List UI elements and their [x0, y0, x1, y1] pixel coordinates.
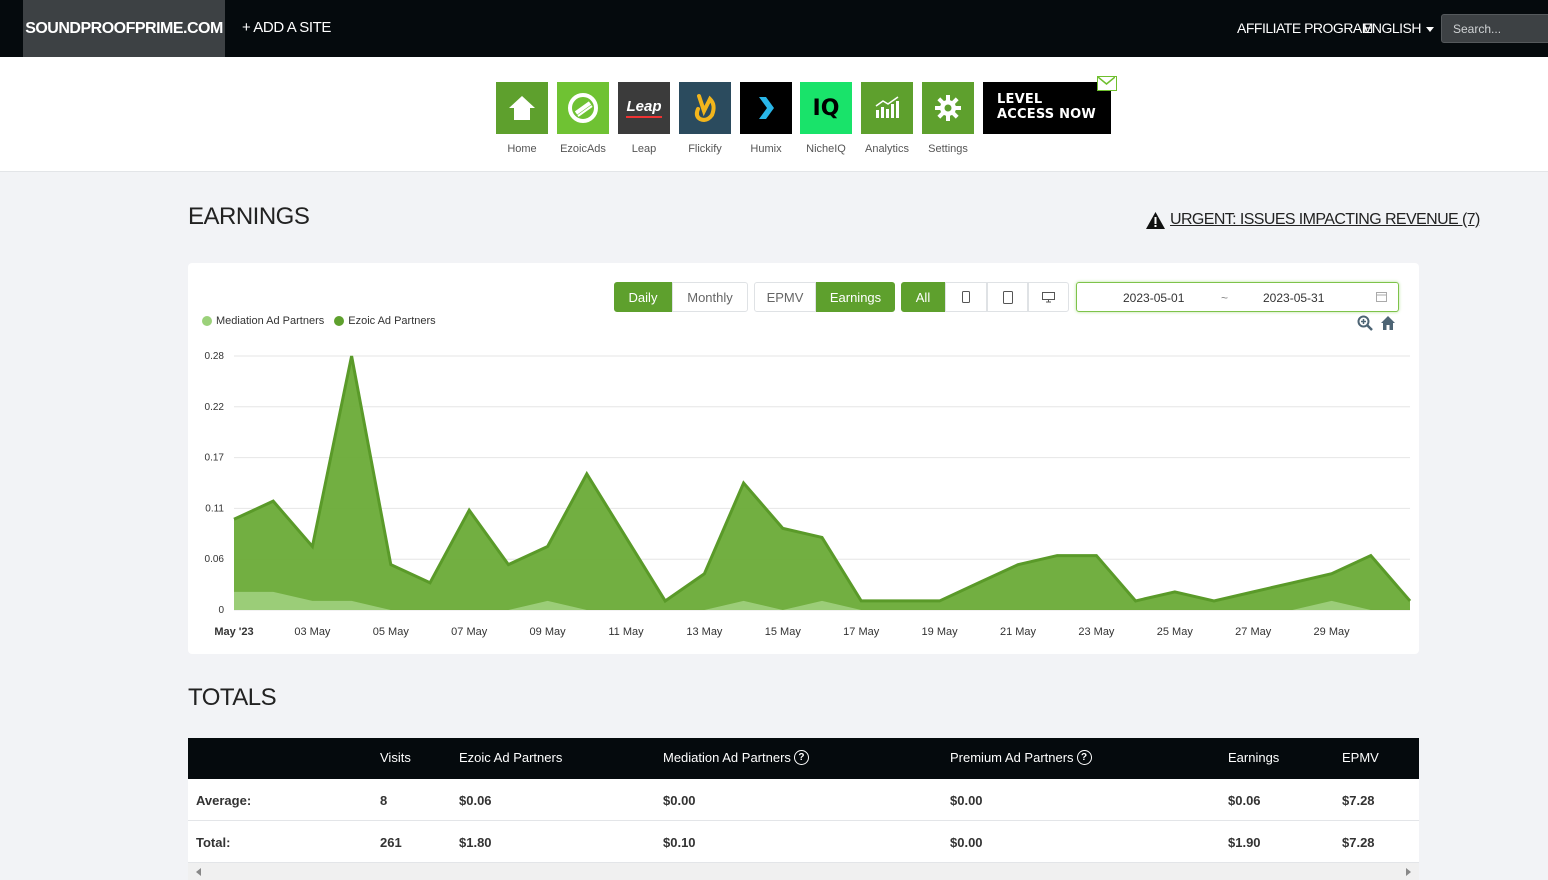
row-label: Total:	[196, 835, 231, 850]
series-area-ezoic	[234, 356, 1410, 610]
cell-mediation: $0.00	[663, 793, 696, 808]
nicheiq-logo-text: IQ	[812, 95, 840, 121]
level-access-text: LEVEL ACCESS NOW	[997, 92, 1096, 122]
envelope-icon	[1097, 76, 1117, 91]
table-header: Visits Ezoic Ad Partners Mediation Ad Pa…	[188, 738, 1419, 779]
search-input[interactable]	[1441, 14, 1548, 43]
affiliate-program-link[interactable]: AFFILIATE PROGRAM	[1237, 20, 1373, 36]
earnings-chart-card: Daily Monthly EPMV Earnings All 2023-05-…	[188, 263, 1419, 654]
y-tick-label: 0.28	[205, 351, 225, 362]
analytics-icon	[861, 82, 913, 134]
y-tick-label: 0.11	[205, 503, 224, 514]
x-tick-label: 07 May	[451, 626, 488, 638]
app-humix[interactable]: Humix	[740, 82, 792, 155]
urgent-issues-label: URGENT: ISSUES IMPACTING REVENUE (7)	[1170, 211, 1480, 228]
earnings-title: EARNINGS	[188, 203, 310, 230]
header-mediation: Mediation Ad Partners?	[663, 750, 809, 765]
y-tick-label: 0.06	[205, 554, 225, 565]
table-row: Average: 8 $0.06 $0.00 $0.00 $0.06 $7.28	[188, 779, 1419, 821]
table-row: Total: 261 $1.80 $0.10 $0.00 $1.90 $7.28	[188, 821, 1419, 863]
app-flickify[interactable]: Flickify	[679, 82, 731, 155]
x-tick-label: 29 May	[1314, 626, 1351, 638]
cell-premium: $0.00	[950, 835, 983, 850]
level-access-line2: ACCESS NOW	[997, 107, 1096, 122]
top-navbar: SOUNDPROOFPRIME.COM + ADD A SITE AFFILIA…	[0, 0, 1548, 57]
app-analytics[interactable]: Analytics	[861, 82, 913, 155]
level-access-banner[interactable]: LEVEL ACCESS NOW	[983, 76, 1117, 134]
x-tick-label: 15 May	[765, 626, 802, 638]
app-nicheiq[interactable]: IQ NicheIQ	[800, 82, 852, 155]
x-tick-label: 25 May	[1157, 626, 1194, 638]
nicheiq-icon: IQ	[800, 82, 852, 134]
header-earnings: Earnings	[1228, 750, 1280, 765]
scroll-right-icon[interactable]	[1406, 868, 1411, 876]
y-tick-label: 0.17	[205, 453, 225, 464]
header-premium: Premium Ad Partners?	[950, 750, 1092, 765]
cell-epmv: $7.28	[1342, 793, 1375, 808]
leap-icon: Leap	[618, 82, 670, 134]
header-premium-label: Premium Ad Partners	[950, 750, 1074, 765]
warning-icon	[1146, 211, 1165, 229]
cell-ezoic: $1.80	[459, 835, 492, 850]
header-mediation-label: Mediation Ad Partners	[663, 750, 791, 765]
gear-icon	[922, 82, 974, 134]
x-tick-label: 05 May	[373, 626, 410, 638]
x-tick-label: 17 May	[843, 626, 880, 638]
ezoic-ads-icon	[557, 82, 609, 134]
totals-title: TOTALS	[188, 684, 277, 711]
x-tick-label: May '23	[214, 626, 253, 638]
scroll-left-icon[interactable]	[196, 868, 201, 876]
header-ezoic: Ezoic Ad Partners	[459, 750, 563, 765]
x-tick-label: 19 May	[922, 626, 959, 638]
humix-icon	[740, 82, 792, 134]
y-tick-label: 0	[218, 605, 224, 616]
urgent-issues-link[interactable]: URGENT: ISSUES IMPACTING REVENUE (7)	[1146, 211, 1480, 229]
language-label: ENGLISH	[1363, 20, 1421, 36]
add-site-link[interactable]: + ADD A SITE	[242, 19, 331, 36]
x-tick-label: 03 May	[294, 626, 331, 638]
language-dropdown[interactable]: ENGLISH	[1363, 20, 1434, 36]
cell-visits: 8	[380, 793, 388, 808]
x-tick-label: 21 May	[1000, 626, 1037, 638]
site-brand[interactable]: SOUNDPROOFPRIME.COM	[23, 0, 225, 57]
x-tick-label: 09 May	[530, 626, 567, 638]
cell-earnings: $0.06	[1228, 793, 1261, 808]
app-launcher-bar: Home EzoicAds Leap Leap Flickify Humix I…	[0, 57, 1548, 172]
row-label: Average:	[196, 793, 252, 808]
y-tick-label: 0.22	[205, 402, 225, 413]
earnings-area-chart: 0 0.06 0.11 0.17 0.22 0.28 May '23 03 May 05 May…	[205, 351, 1412, 638]
cell-premium: $0.00	[950, 793, 983, 808]
header-epmv: EPMV	[1342, 750, 1379, 765]
x-tick-label: 23 May	[1078, 626, 1115, 638]
app-home[interactable]: Home	[496, 82, 548, 155]
flickify-icon	[679, 82, 731, 134]
level-access-line1: LEVEL	[997, 92, 1043, 107]
x-tick-label: 27 May	[1235, 626, 1272, 638]
cell-ezoic: $0.06	[459, 793, 492, 808]
totals-table: Visits Ezoic Ad Partners Mediation Ad Pa…	[188, 738, 1419, 863]
help-icon[interactable]: ?	[793, 750, 809, 765]
x-tick-label: 13 May	[686, 626, 723, 638]
leap-logo-text: Leap	[626, 98, 662, 118]
app-leap[interactable]: Leap Leap	[618, 82, 670, 155]
cell-epmv: $7.28	[1342, 835, 1375, 850]
cell-earnings: $1.90	[1228, 835, 1261, 850]
app-settings[interactable]: Settings	[922, 82, 974, 155]
app-ezoicads[interactable]: EzoicAds	[557, 82, 609, 155]
caret-down-icon	[1425, 26, 1434, 32]
table-horizontal-scrollbar[interactable]	[188, 863, 1419, 880]
help-icon[interactable]: ?	[1076, 750, 1092, 765]
app-label: Settings	[928, 143, 968, 155]
house-icon	[496, 82, 548, 134]
x-tick-label: 11 May	[608, 626, 644, 638]
cell-visits: 261	[380, 835, 402, 850]
header-visits: Visits	[380, 750, 411, 765]
cell-mediation: $0.10	[663, 835, 696, 850]
